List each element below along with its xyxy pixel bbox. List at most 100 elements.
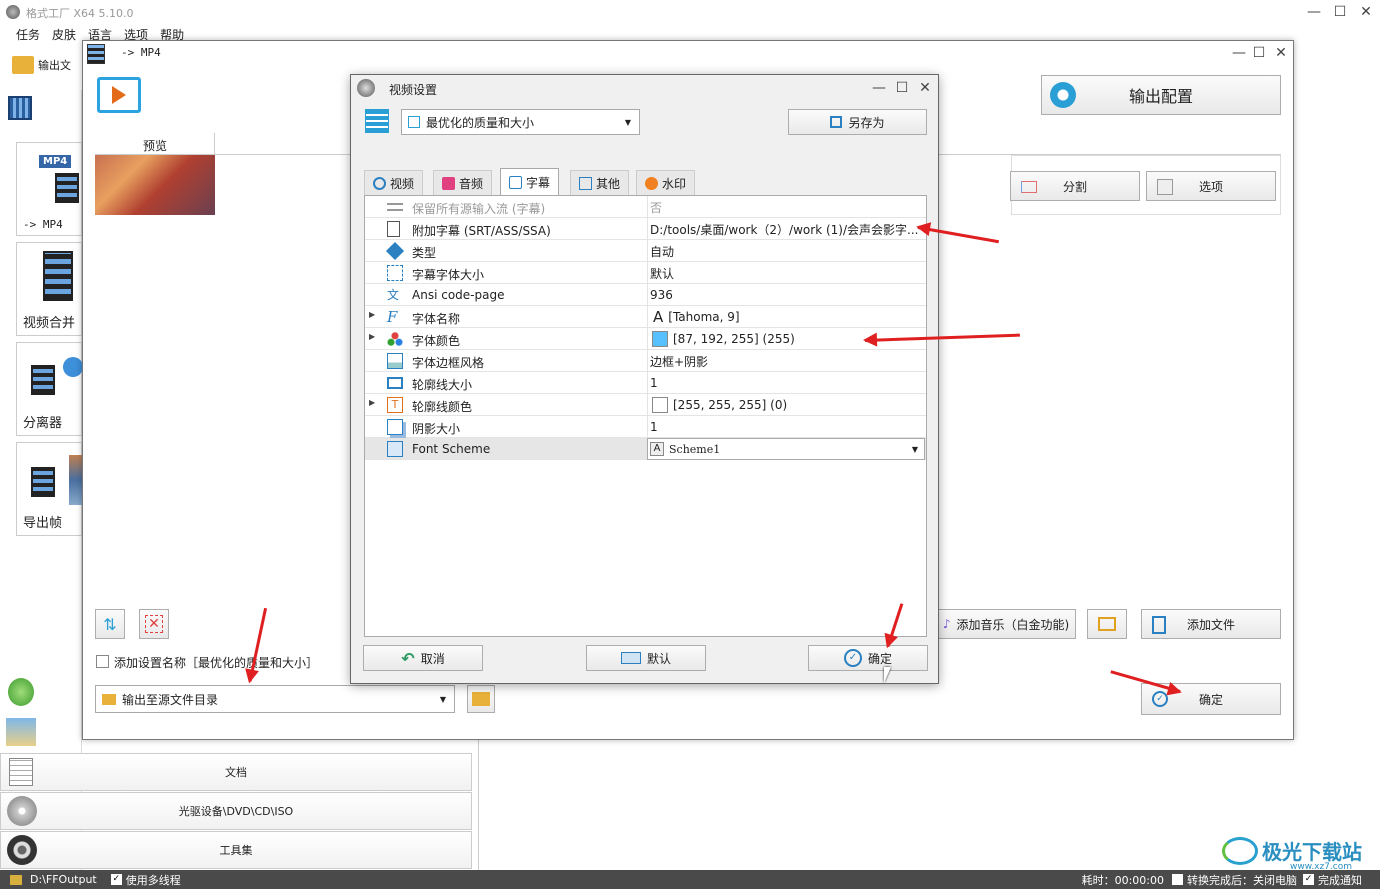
browse-folder-button[interactable] bbox=[467, 685, 495, 713]
add-file-icon bbox=[1152, 616, 1166, 634]
tab-watermark[interactable]: 水印 bbox=[636, 170, 696, 195]
picture-category-icon[interactable] bbox=[6, 718, 36, 746]
add-setting-name-checkbox[interactable] bbox=[96, 655, 109, 668]
tab-subtitle[interactable]: 字幕 bbox=[500, 168, 560, 195]
app-logo-icon bbox=[6, 5, 20, 19]
mp4-maximize-button[interactable]: ☐ bbox=[1249, 43, 1269, 63]
add-folder-icon bbox=[1098, 617, 1116, 631]
site-watermark: 极光下载站 bbox=[1222, 836, 1362, 865]
music-icon: ♪ bbox=[942, 617, 951, 631]
prop-font-name[interactable]: ▶ F 字体名称 A [Tahoma, 9] bbox=[365, 306, 926, 328]
ok-button[interactable]: ✓ 确定 bbox=[808, 645, 928, 671]
category-tools-label: 工具集 bbox=[219, 844, 253, 857]
add-music-button[interactable]: ♪ 添加音乐（白金功能) bbox=[936, 609, 1076, 639]
text-t-icon: T bbox=[387, 397, 403, 413]
main-close-button[interactable]: ✕ bbox=[1356, 2, 1376, 22]
prop-attach-subtitle[interactable]: 附加字幕 (SRT/ASS/SSA) D:/tools/桌面/work（2）/w… bbox=[365, 218, 926, 240]
file-list-area bbox=[95, 155, 353, 595]
prop-attach-subtitle-value: D:/tools/桌面/work（2）/work (1)/会声会影字... bbox=[650, 222, 919, 237]
prop-shadow-size[interactable]: 阴影大小 1 bbox=[365, 416, 926, 438]
font-preview-glyph: A bbox=[653, 308, 664, 326]
main-minimize-button[interactable]: — bbox=[1304, 2, 1324, 22]
sort-button[interactable]: ⇅ bbox=[95, 609, 125, 639]
mp4-badge: MP4 bbox=[39, 155, 72, 168]
image-icon bbox=[387, 353, 403, 369]
prop-outline-color-value: [255, 255, 255] (0) bbox=[673, 398, 788, 412]
video-category-icon[interactable] bbox=[8, 96, 32, 120]
check-circle-icon: ✓ bbox=[843, 649, 862, 667]
prop-type[interactable]: 类型 自动 bbox=[365, 240, 926, 262]
document-icon bbox=[387, 221, 400, 237]
split-button[interactable]: 分割 bbox=[1010, 171, 1140, 201]
preset-select[interactable]: 最优化的质量和大小 ▼ bbox=[401, 109, 640, 135]
category-document[interactable]: 文档 bbox=[0, 753, 472, 791]
multithread-checkbox[interactable]: ✓ bbox=[110, 874, 122, 885]
check-circle-icon: ✓ bbox=[1152, 691, 1168, 707]
prop-font-size[interactable]: 字幕字体大小 默认 bbox=[365, 262, 926, 284]
video-merge-button[interactable]: 视频合并 bbox=[16, 242, 82, 336]
font-icon: F bbox=[387, 308, 398, 326]
video-thumbnail[interactable] bbox=[95, 155, 215, 215]
expand-arrow-icon[interactable]: ▶ bbox=[369, 332, 379, 341]
prop-outline-size-value: 1 bbox=[650, 376, 658, 390]
category-disc-label: 光驱设备\DVD\CD\ISO bbox=[178, 805, 294, 818]
prop-font-scheme[interactable]: Font Scheme A Scheme1 ▼ bbox=[365, 438, 926, 460]
prop-ansi-codepage[interactable]: 文 Ansi code-page 936 bbox=[365, 284, 926, 306]
default-button[interactable]: 默认 bbox=[586, 645, 706, 671]
prop-font-color[interactable]: ▶ 字体颜色 [87, 192, 255] (255) bbox=[365, 328, 926, 350]
mp4-close-button[interactable]: ✕ bbox=[1271, 43, 1291, 63]
music-category-icon[interactable] bbox=[8, 678, 34, 706]
options-button[interactable]: 选项 bbox=[1146, 171, 1276, 201]
prop-border-style[interactable]: 字体边框风格 边框+阴影 bbox=[365, 350, 926, 372]
dialog-maximize-button[interactable]: ☐ bbox=[892, 78, 912, 98]
gear-icon bbox=[1050, 82, 1076, 108]
folder-icon bbox=[12, 56, 34, 74]
open-folder-icon bbox=[472, 692, 490, 706]
outline-color-swatch[interactable] bbox=[652, 397, 668, 413]
category-tools[interactable]: 工具集 bbox=[0, 831, 472, 869]
preset-stack-icon bbox=[365, 109, 389, 133]
output-config-button[interactable]: 输出配置 bbox=[1041, 75, 1281, 115]
status-bar: D:\FFOutput ✓ 使用多线程 耗时：00:00:00 转换完成后：关闭… bbox=[0, 870, 1380, 889]
after-convert-checkbox[interactable] bbox=[1172, 874, 1183, 885]
splitter-button[interactable]: 分离器 bbox=[16, 342, 83, 436]
category-disc[interactable]: 光驱设备\DVD\CD\ISO bbox=[0, 792, 472, 830]
prop-outline-size[interactable]: 轮廓线大小 1 bbox=[365, 372, 926, 394]
tab-video[interactable]: 视频 bbox=[364, 170, 424, 195]
property-grid: 保留所有源输入流 (字幕) 否 附加字幕 (SRT/ASS/SSA) D:/to… bbox=[364, 195, 927, 637]
expand-arrow-icon[interactable]: ▶ bbox=[369, 310, 379, 319]
main-maximize-button[interactable]: ☐ bbox=[1330, 2, 1350, 22]
output-dir-select[interactable]: 输出至源文件目录 ▼ bbox=[95, 685, 455, 713]
menu-item-task[interactable]: 任务 bbox=[16, 26, 40, 43]
split-icon bbox=[1021, 181, 1037, 193]
watermark-url: www.xz7.com bbox=[1290, 862, 1352, 872]
header-divider bbox=[214, 133, 215, 155]
tab-other[interactable]: 其他 bbox=[570, 170, 630, 195]
notify-checkbox[interactable]: ✓ bbox=[1303, 874, 1314, 885]
dialog-close-button[interactable]: ✕ bbox=[915, 78, 935, 98]
chevron-down-icon: ▼ bbox=[439, 694, 446, 704]
add-file-button[interactable]: 添加文件 bbox=[1141, 609, 1281, 639]
mp4-minimize-button[interactable]: — bbox=[1229, 43, 1249, 63]
font-color-swatch[interactable] bbox=[652, 331, 668, 347]
preset-film-icon bbox=[408, 116, 420, 128]
prop-outline-color[interactable]: ▶ T 轮廓线颜色 [255, 255, 255] (0) bbox=[365, 394, 926, 416]
font-scheme-select[interactable]: A Scheme1 ▼ bbox=[647, 438, 925, 460]
app-title: 格式工厂 X64 5.10.0 bbox=[26, 7, 134, 20]
cancel-button[interactable]: ↶ 取消 bbox=[363, 645, 483, 671]
dialog-app-icon bbox=[357, 79, 375, 97]
remove-button[interactable]: ✕ bbox=[139, 609, 169, 639]
prop-keep-streams[interactable]: 保留所有源输入流 (字幕) 否 bbox=[365, 196, 926, 218]
convert-mp4-button[interactable]: MP4 -> MP4 bbox=[16, 142, 82, 236]
export-frames-button[interactable]: 导出帧 bbox=[16, 442, 83, 536]
expand-arrow-icon[interactable]: ▶ bbox=[369, 398, 379, 407]
scheme-icon bbox=[387, 441, 403, 457]
tab-audio[interactable]: 音频 bbox=[433, 170, 493, 195]
output-folder-button[interactable]: 输出文 bbox=[12, 56, 71, 74]
dialog-minimize-button[interactable]: — bbox=[869, 78, 889, 98]
sliders-tab-icon bbox=[579, 176, 592, 190]
prop-type-value: 自动 bbox=[650, 244, 675, 259]
menu-item-skin[interactable]: 皮肤 bbox=[52, 26, 76, 43]
save-as-button[interactable]: 另存为 bbox=[788, 109, 927, 135]
add-folder-button[interactable] bbox=[1087, 609, 1127, 639]
